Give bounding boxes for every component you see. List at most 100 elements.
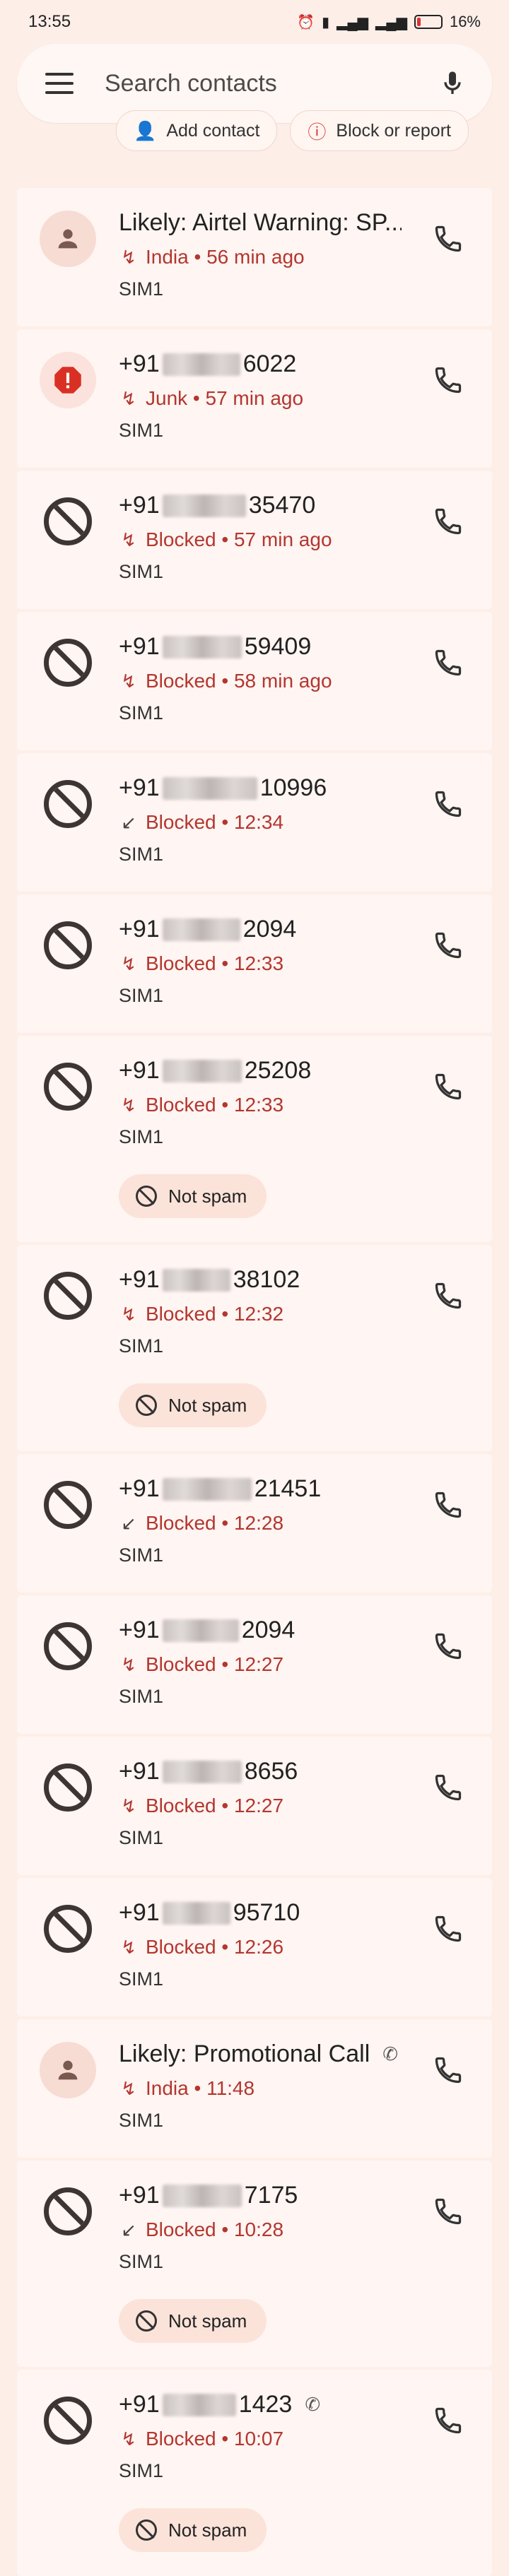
caller-line: Likely: Airtel Warning: SP... bbox=[119, 209, 402, 237]
not-spam-label: Not spam bbox=[168, 2519, 247, 2541]
call-log-item[interactable]: +91 25208 ↯ Blocked • 12:33 SIM1 Not spam bbox=[17, 1036, 492, 1242]
call-log-item[interactable]: +91 95710 ↯ Blocked • 12:26 SIM1 bbox=[17, 1878, 492, 2016]
call-log-item[interactable]: Likely: Airtel Warning: SP... ↯ India • 56… bbox=[17, 188, 492, 326]
number-prefix: +91 bbox=[119, 774, 160, 801]
call-details: ↯ India • 56 min ago bbox=[119, 246, 305, 268]
call-back-button[interactable] bbox=[433, 930, 464, 961]
caller-line: +91 25208 bbox=[119, 1057, 311, 1085]
call-back-button[interactable] bbox=[433, 2405, 464, 2436]
number-suffix: 1423 bbox=[238, 2391, 293, 2418]
call-details: ↯ Junk • 57 min ago bbox=[119, 387, 303, 410]
call-back-button[interactable] bbox=[433, 223, 464, 254]
call-back-button[interactable] bbox=[433, 1280, 464, 1311]
phone-icon bbox=[433, 1633, 464, 1665]
signal-icon: ▂▄▆ bbox=[337, 14, 369, 30]
sim-label: SIM1 bbox=[119, 278, 164, 300]
call-back-button[interactable] bbox=[433, 1489, 464, 1520]
call-log-item[interactable]: +91 2094 ↯ Blocked • 12:27 SIM1 bbox=[17, 1595, 492, 1734]
blocked-icon bbox=[44, 921, 92, 969]
number-suffix: 8656 bbox=[244, 1758, 298, 1785]
phone-icon bbox=[433, 508, 464, 540]
call-back-button[interactable] bbox=[433, 647, 464, 678]
add-contact-button[interactable]: 👤 Add contact bbox=[116, 110, 278, 151]
call-log-item[interactable]: +91 10996 ↙ Blocked • 12:34 SIM1 bbox=[17, 753, 492, 892]
phone-icon bbox=[433, 2407, 464, 2439]
not-spam-label: Not spam bbox=[168, 1185, 247, 1207]
phone-icon bbox=[433, 791, 464, 822]
caller-line: Likely: Promotional Call ✆ bbox=[119, 2040, 398, 2068]
call-back-button[interactable] bbox=[433, 1071, 464, 1102]
microphone-icon[interactable] bbox=[438, 66, 467, 100]
redacted-digits bbox=[162, 2393, 236, 2416]
call-meta: Blocked • 12:28 bbox=[146, 1512, 284, 1534]
call-log-item[interactable]: +91 8656 ↯ Blocked • 12:27 SIM1 bbox=[17, 1737, 492, 1875]
not-spam-button[interactable]: Not spam bbox=[119, 1383, 267, 1427]
redacted-digits bbox=[162, 1268, 230, 1292]
sim-label: SIM1 bbox=[119, 702, 164, 723]
call-details: ↯ Blocked • 10:07 bbox=[119, 2428, 283, 2450]
call-back-button[interactable] bbox=[433, 506, 464, 537]
caller-line: +91 2094 bbox=[119, 916, 296, 943]
sim-label: SIM1 bbox=[119, 561, 164, 582]
number-prefix: +91 bbox=[119, 633, 160, 660]
blocked-icon bbox=[44, 497, 92, 545]
clock: 13:55 bbox=[28, 12, 71, 31]
contact-avatar bbox=[40, 2042, 96, 2098]
junk-avatar bbox=[40, 352, 96, 408]
call-back-button[interactable] bbox=[433, 788, 464, 820]
call-log-item[interactable]: Likely: Promotional Call ✆ ↯ India • 11:48 S… bbox=[17, 2019, 492, 2158]
block-report-button[interactable]: ⓘ Block or report bbox=[290, 110, 469, 151]
call-log-item[interactable]: +91 35470 ↯ Blocked • 57 min ago SIM1 bbox=[17, 471, 492, 609]
phone-icon bbox=[433, 932, 464, 964]
call-log-item[interactable]: +91 21451 ↙ Blocked • 12:28 SIM1 bbox=[17, 1454, 492, 1593]
search-input[interactable]: Search contacts bbox=[105, 70, 438, 98]
redacted-digits bbox=[162, 2184, 242, 2207]
incoming-call-icon: ↙ bbox=[121, 2218, 136, 2240]
person-icon bbox=[58, 229, 78, 249]
menu-icon[interactable] bbox=[45, 73, 74, 94]
call-log-item[interactable]: +91 38102 ↯ Blocked • 12:32 SIM1 Not spam bbox=[17, 1245, 492, 1451]
call-back-button[interactable] bbox=[433, 2055, 464, 2086]
spam-warning-icon bbox=[54, 367, 81, 394]
volte-icon: ▮ bbox=[322, 14, 330, 30]
phone-icon bbox=[433, 225, 464, 257]
caller-line: +91 10996 bbox=[119, 774, 327, 802]
call-log-item[interactable]: +91 59409 ↯ Blocked • 58 min ago SIM1 bbox=[17, 612, 492, 750]
signal-4g-icon: ▂▄▆ bbox=[375, 14, 407, 30]
call-log-item[interactable]: +91 2094 ↯ Blocked • 12:33 SIM1 bbox=[17, 894, 492, 1033]
call-back-button[interactable] bbox=[433, 1772, 464, 1803]
not-spam-icon bbox=[136, 2310, 157, 2332]
call-details: ↯ Blocked • 57 min ago bbox=[119, 528, 332, 551]
person-icon bbox=[58, 2060, 78, 2080]
missed-call-icon: ↯ bbox=[121, 1653, 136, 1675]
blocked-icon bbox=[44, 639, 92, 687]
call-log-item[interactable]: +91 1423 ✆ ↯ Blocked • 10:07 SIM1 Not spam bbox=[17, 2370, 492, 2576]
battery-percent: 16% bbox=[449, 13, 481, 30]
sim-label: SIM1 bbox=[119, 1126, 164, 1147]
call-back-button[interactable] bbox=[433, 1913, 464, 1944]
redacted-digits bbox=[162, 635, 242, 658]
number-suffix: 10996 bbox=[259, 774, 327, 801]
missed-call-icon: ↯ bbox=[121, 1936, 136, 1958]
call-meta: Blocked • 12:27 bbox=[146, 1653, 284, 1675]
phone-icon bbox=[433, 1282, 464, 1314]
call-meta: Blocked • 12:27 bbox=[146, 1795, 284, 1816]
number-suffix: 59409 bbox=[244, 633, 312, 660]
call-back-button[interactable] bbox=[433, 1631, 464, 1662]
not-spam-button[interactable]: Not spam bbox=[119, 2508, 267, 2552]
contact-actions: 👤 Add contact ⓘ Block or report bbox=[116, 110, 469, 151]
number-prefix: +91 bbox=[119, 1475, 160, 1502]
not-spam-button[interactable]: Not spam bbox=[119, 1174, 267, 1218]
caller-line: +91 95710 bbox=[119, 1899, 300, 1927]
call-log-item[interactable]: +91 7175 ↙ Blocked • 10:28 SIM1 Not spam bbox=[17, 2161, 492, 2367]
number-suffix: 2094 bbox=[241, 1617, 296, 1643]
phone-icon bbox=[433, 1774, 464, 1806]
blocked-icon bbox=[44, 1481, 92, 1529]
number-prefix: +91 bbox=[119, 1617, 160, 1643]
missed-call-icon: ↯ bbox=[121, 1094, 136, 1116]
not-spam-button[interactable]: Not spam bbox=[119, 2299, 267, 2343]
sim-label: SIM1 bbox=[119, 2251, 164, 2272]
call-back-button[interactable] bbox=[433, 365, 464, 396]
call-back-button[interactable] bbox=[433, 2196, 464, 2227]
call-log-item[interactable]: +91 6022 ↯ Junk • 57 min ago SIM1 bbox=[17, 329, 492, 468]
